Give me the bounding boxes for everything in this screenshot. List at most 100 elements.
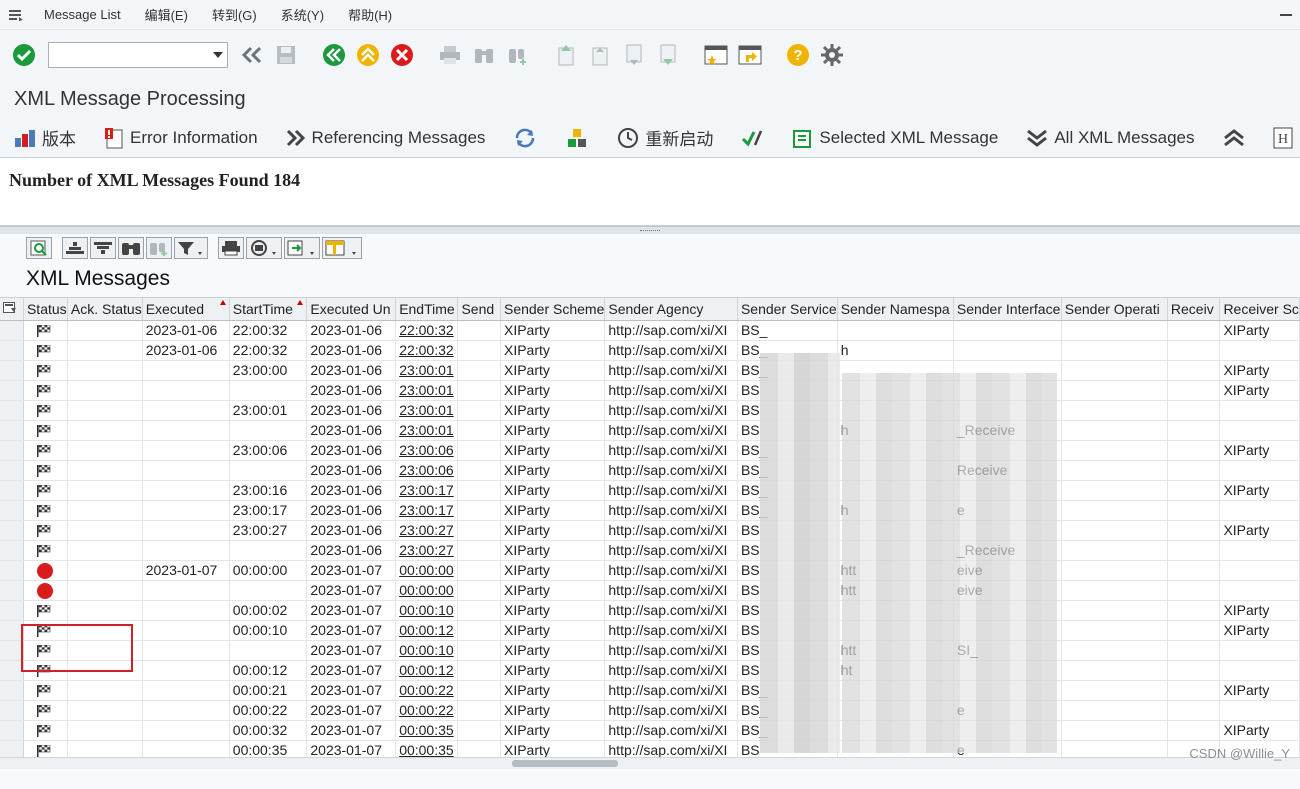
export-icon[interactable]: [284, 236, 320, 259]
version-button[interactable]: 版本: [14, 125, 76, 150]
menu-message-list[interactable]: Message List: [32, 7, 133, 22]
row-selector[interactable]: [0, 680, 24, 701]
layout-icon[interactable]: [322, 236, 362, 259]
row-selector[interactable]: [0, 380, 24, 401]
filter-icon[interactable]: [174, 236, 208, 259]
collapse-command-icon[interactable]: [238, 41, 266, 69]
row-selector[interactable]: [0, 560, 24, 581]
enter-button[interactable]: [10, 41, 38, 69]
table-row[interactable]: 23:00:17 2023-01-06 23:00:17 XIParty http://…: [0, 500, 1300, 521]
table-row[interactable]: 00:00:02 2023-01-07 00:00:10 XIParty http://…: [0, 600, 1300, 621]
first-page-icon[interactable]: [552, 41, 580, 69]
end-time-cell[interactable]: 23:00:01: [395, 420, 459, 441]
table-row[interactable]: 00:00:21 2023-01-07 00:00:22 XIParty http://…: [0, 680, 1300, 701]
scrollbar-thumb[interactable]: [512, 760, 618, 767]
table-row[interactable]: 23:00:00 2023-01-06 23:00:01 XIParty http://…: [0, 360, 1300, 381]
back-button[interactable]: [320, 41, 348, 69]
all-xml-messages-button[interactable]: All XML Messages: [1026, 128, 1195, 148]
table-row[interactable]: 2023-01-07 00:00:00 2023-01-07 00:00:00 XIPa…: [0, 560, 1300, 581]
column-executed-until[interactable]: Executed Un: [306, 298, 397, 321]
details-icon[interactable]: [26, 236, 52, 259]
new-session-icon[interactable]: [702, 41, 730, 69]
refresh-button[interactable]: [513, 127, 537, 149]
column-sender-namespace[interactable]: Sender Namespa: [837, 298, 954, 321]
end-time-cell[interactable]: 23:00:17: [395, 500, 459, 521]
column-ack-status[interactable]: Ack. Status: [67, 298, 143, 321]
row-selector[interactable]: [0, 640, 24, 661]
row-selector[interactable]: [0, 540, 24, 561]
end-time-cell[interactable]: 00:00:10: [395, 600, 459, 621]
next-page-icon[interactable]: [620, 41, 648, 69]
print-icon[interactable]: [436, 41, 464, 69]
row-selector[interactable]: [0, 420, 24, 441]
end-time-cell[interactable]: 23:00:01: [395, 360, 459, 381]
table-row[interactable]: 00:00:22 2023-01-07 00:00:22 XIParty http://…: [0, 700, 1300, 721]
table-row[interactable]: 00:00:10 2023-01-07 00:00:12 XIParty http://…: [0, 620, 1300, 641]
row-selector[interactable]: [0, 600, 24, 621]
end-time-cell[interactable]: 23:00:06: [395, 440, 459, 461]
end-time-cell[interactable]: 22:00:32: [395, 320, 459, 341]
row-selector[interactable]: [0, 400, 24, 421]
end-time-cell[interactable]: 23:00:01: [395, 380, 459, 401]
splitter-handle[interactable]: [0, 226, 1300, 234]
sort-descending-icon[interactable]: [90, 236, 116, 259]
exit-button[interactable]: [354, 41, 382, 69]
end-time-cell[interactable]: 00:00:22: [395, 680, 459, 701]
check-button[interactable]: [741, 127, 763, 149]
end-time-cell[interactable]: 00:00:00: [395, 560, 459, 581]
table-row[interactable]: 23:00:06 2023-01-06 23:00:06 XIParty http://…: [0, 440, 1300, 461]
column-executed[interactable]: Executed: [142, 298, 230, 321]
row-selector[interactable]: [0, 660, 24, 681]
minimize-icon[interactable]: [1272, 13, 1300, 17]
last-page-icon[interactable]: [654, 41, 682, 69]
table-row[interactable]: 2023-01-07 00:00:00 XIParty http://sap.com/…: [0, 580, 1300, 601]
row-selector[interactable]: [0, 500, 24, 521]
collapse-up-button[interactable]: [1223, 128, 1245, 148]
horizontal-scrollbar[interactable]: [0, 757, 1300, 769]
save-icon[interactable]: [272, 41, 300, 69]
find-binoculars-icon[interactable]: [118, 236, 144, 259]
command-field[interactable]: [48, 42, 228, 68]
menu-system[interactable]: 系统(Y): [269, 5, 336, 24]
end-time-cell[interactable]: 00:00:00: [395, 580, 459, 601]
previous-page-icon[interactable]: [586, 41, 614, 69]
end-time-cell[interactable]: 00:00:10: [395, 640, 459, 661]
find-next-icon[interactable]: [504, 41, 532, 69]
column-receiver[interactable]: Receiv: [1167, 298, 1221, 321]
row-selector[interactable]: [0, 520, 24, 541]
end-time-cell[interactable]: 00:00:35: [395, 720, 459, 741]
table-row[interactable]: 2023-01-06 23:00:01 XIParty http://sap.com/…: [0, 420, 1300, 441]
column-sender-scheme[interactable]: Sender Scheme: [500, 298, 606, 321]
end-time-cell[interactable]: 23:00:27: [395, 540, 459, 561]
end-time-cell[interactable]: 00:00:12: [395, 660, 459, 681]
header-data-button[interactable]: H: [1273, 127, 1293, 149]
find-next-binoculars-icon[interactable]: [146, 236, 172, 259]
end-time-cell[interactable]: 23:00:06: [395, 460, 459, 481]
selected-xml-message-button[interactable]: Selected XML Message: [791, 127, 998, 149]
resend-button[interactable]: [565, 127, 589, 149]
menu-edit[interactable]: 编辑(E): [133, 5, 200, 24]
help-icon[interactable]: ?: [784, 41, 812, 69]
find-icon[interactable]: [470, 41, 498, 69]
menu-goto[interactable]: 转到(G): [200, 5, 269, 24]
column-start-time[interactable]: StartTime: [229, 298, 308, 321]
end-time-cell[interactable]: 00:00:22: [395, 700, 459, 721]
table-row[interactable]: 2023-01-06 23:00:01 XIParty http://sap.com/…: [0, 380, 1300, 401]
end-time-cell[interactable]: 23:00:17: [395, 480, 459, 501]
print-preview-icon[interactable]: [218, 236, 244, 259]
row-selector[interactable]: [0, 700, 24, 721]
table-row[interactable]: 23:00:27 2023-01-06 23:00:27 XIParty http://…: [0, 520, 1300, 541]
table-row[interactable]: 2023-01-07 00:00:10 XIParty http://sap.com/…: [0, 640, 1300, 661]
row-selector[interactable]: [0, 320, 24, 341]
table-row[interactable]: 00:00:32 2023-01-07 00:00:35 XIParty http://…: [0, 720, 1300, 741]
row-selector[interactable]: [0, 360, 24, 381]
end-time-cell[interactable]: 00:00:12: [395, 620, 459, 641]
column-sender-interface[interactable]: Sender Interface: [953, 298, 1062, 321]
table-row[interactable]: 23:00:16 2023-01-06 23:00:17 XIParty http://…: [0, 480, 1300, 501]
table-row[interactable]: 23:00:01 2023-01-06 23:00:01 XIParty http://…: [0, 400, 1300, 421]
table-row[interactable]: 2023-01-06 22:00:32 2023-01-06 22:00:32 XIPa…: [0, 320, 1300, 341]
table-row[interactable]: 00:00:12 2023-01-07 00:00:12 XIParty http://…: [0, 660, 1300, 681]
restart-button[interactable]: 重新启动: [617, 125, 713, 150]
end-time-cell[interactable]: 23:00:01: [395, 400, 459, 421]
menu-icon[interactable]: [0, 0, 32, 30]
